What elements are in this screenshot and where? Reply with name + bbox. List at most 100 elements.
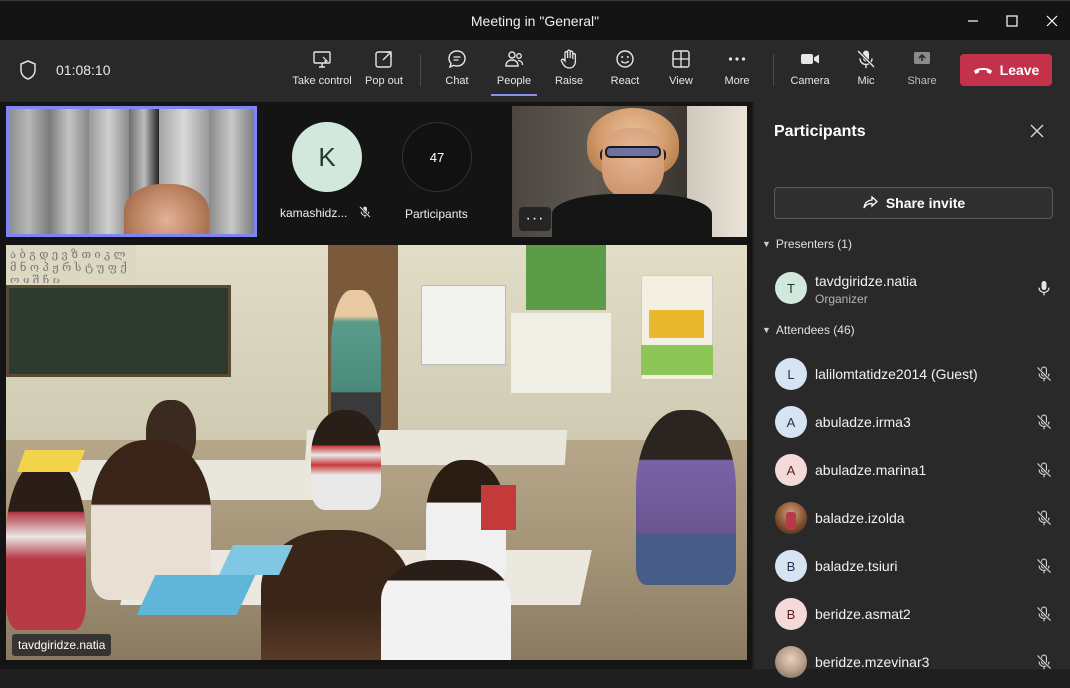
share-icon [914, 52, 930, 64]
raise-hand-label: Raise [554, 75, 584, 87]
shield-icon [20, 60, 36, 80]
avatar: K [292, 122, 362, 192]
take-control-button[interactable]: Take control [292, 48, 352, 96]
participant-name: beridze.mzevinar3 [815, 654, 930, 670]
speaker-name-tag: tavdgiridze.natia [12, 634, 112, 656]
view-button[interactable]: View [664, 48, 698, 96]
participant-row[interactable]: L lalilomtatidze2014 (Guest) [754, 352, 1070, 400]
take-control-icon [313, 51, 331, 68]
mic-off-icon [1036, 606, 1052, 622]
avatar: L [775, 358, 807, 390]
avatar-initial: A [786, 462, 796, 478]
avatar: B [775, 550, 807, 582]
people-button[interactable]: People [491, 48, 537, 96]
participant-name: abuladze.irma3 [815, 414, 911, 430]
share-invite-label: Share invite [885, 195, 966, 211]
presenters-section-header[interactable]: ▼ Presenters (1) [762, 237, 852, 251]
video-stage: K kamashidz... 47 Participants ··· ა ბ გ… [0, 102, 752, 669]
avatar-initial: B [786, 558, 796, 574]
participant-row[interactable]: A abuladze.marina1 [754, 448, 1070, 496]
attendees-section-header[interactable]: ▼ Attendees (46) [762, 323, 855, 337]
mic-off-icon [1036, 510, 1052, 526]
share-invite-button[interactable]: Share invite [774, 187, 1053, 219]
view-icon [672, 50, 690, 68]
chat-icon [448, 50, 466, 69]
mic-off-icon [1036, 462, 1052, 478]
mic-off-icon [1036, 414, 1052, 430]
participant-row[interactable]: A abuladze.irma3 [754, 400, 1070, 448]
camera-icon [801, 54, 819, 64]
avatar-initial: L [787, 366, 795, 382]
participant-video-tile[interactable]: ··· [512, 106, 747, 237]
participant-name: tavdgiridze.natia [815, 273, 917, 289]
avatar-initial: B [786, 606, 796, 622]
meeting-timer: 01:08:10 [56, 62, 111, 78]
presenters-header-label: Presenters (1) [775, 237, 852, 251]
pop-out-button[interactable]: Pop out [364, 48, 404, 96]
mic-label: Mic [857, 75, 875, 87]
participant-row[interactable]: B beridze.asmat2 [754, 592, 1070, 640]
participant-row[interactable]: T tavdgiridze.natia Organizer [754, 266, 1070, 314]
participant-name: abuladze.marina1 [815, 462, 927, 478]
mic-off-icon [1036, 558, 1052, 574]
participants-count-tile[interactable]: 47 Participants [400, 106, 490, 237]
share-label: Share [907, 75, 937, 87]
react-icon [616, 50, 634, 68]
share-button[interactable]: Share [906, 48, 938, 96]
avatar-photo [775, 502, 807, 534]
people-label: People [496, 75, 532, 87]
avatar: A [775, 454, 807, 486]
toolbar-divider [420, 54, 421, 86]
leave-label: Leave [999, 62, 1040, 78]
more-label: More [724, 75, 750, 87]
self-video-tile[interactable] [6, 106, 257, 237]
main-speaker-video[interactable]: ა ბ გ დ ე ვ ზ თ ი კ ლ მ ნ ო პ ჟ რ ს ტ უ … [6, 245, 747, 660]
avatar-initial: A [786, 414, 796, 430]
more-icon [728, 57, 746, 61]
participants-tile-label: Participants [405, 207, 468, 221]
panel-title: Participants [774, 123, 866, 140]
raise-hand-button[interactable]: Raise [552, 48, 586, 96]
participant-tile-kamashidze[interactable]: K kamashidz... [270, 106, 380, 237]
tile-more-button[interactable]: ··· [519, 207, 551, 231]
react-button[interactable]: React [608, 48, 642, 96]
phone-hangup-icon [973, 68, 992, 74]
participants-count: 47 [402, 122, 472, 192]
title-bar: Meeting in "General" [0, 0, 1070, 40]
share-invite-icon [863, 195, 878, 209]
raise-hand-icon [560, 49, 577, 69]
leave-button[interactable]: Leave [960, 54, 1052, 86]
participant-name: baladze.tsiuri [815, 558, 898, 574]
participant-role: Organizer [815, 292, 868, 306]
mic-off-icon [1036, 654, 1052, 670]
participant-row[interactable]: B baladze.tsiuri [754, 544, 1070, 592]
avatar: T [775, 272, 807, 304]
mic-off-icon [1036, 366, 1052, 382]
person-head [124, 184, 209, 234]
view-label: View [669, 75, 693, 87]
participant-name: beridze.asmat2 [815, 606, 911, 622]
pop-out-label: Pop out [365, 75, 403, 87]
mic-button[interactable]: Mic [852, 48, 880, 96]
chevron-down-icon: ▼ [762, 325, 771, 335]
participant-row[interactable]: baladze.izolda [754, 496, 1070, 544]
toolbar-divider [773, 54, 774, 86]
avatar-photo [775, 646, 807, 678]
participant-row[interactable]: beridze.mzevinar3 [754, 640, 1070, 688]
more-button[interactable]: More [720, 48, 754, 96]
participant-name: kamashidz... [280, 206, 348, 220]
chat-button[interactable]: Chat [440, 48, 474, 96]
pop-out-icon [375, 51, 392, 68]
close-icon[interactable] [1029, 123, 1045, 139]
react-label: React [610, 75, 640, 87]
avatar-initial: K [318, 141, 336, 172]
camera-label: Camera [790, 75, 830, 87]
chevron-down-icon: ▼ [762, 239, 771, 249]
participant-name: baladze.izolda [815, 510, 905, 526]
attendees-header-label: Attendees (46) [775, 323, 855, 337]
mic-off-icon [359, 206, 371, 218]
camera-button[interactable]: Camera [789, 48, 831, 96]
take-control-label: Take control [292, 75, 352, 87]
mic-off-icon [856, 49, 876, 69]
close-window-icon[interactable] [1029, 1, 1070, 41]
